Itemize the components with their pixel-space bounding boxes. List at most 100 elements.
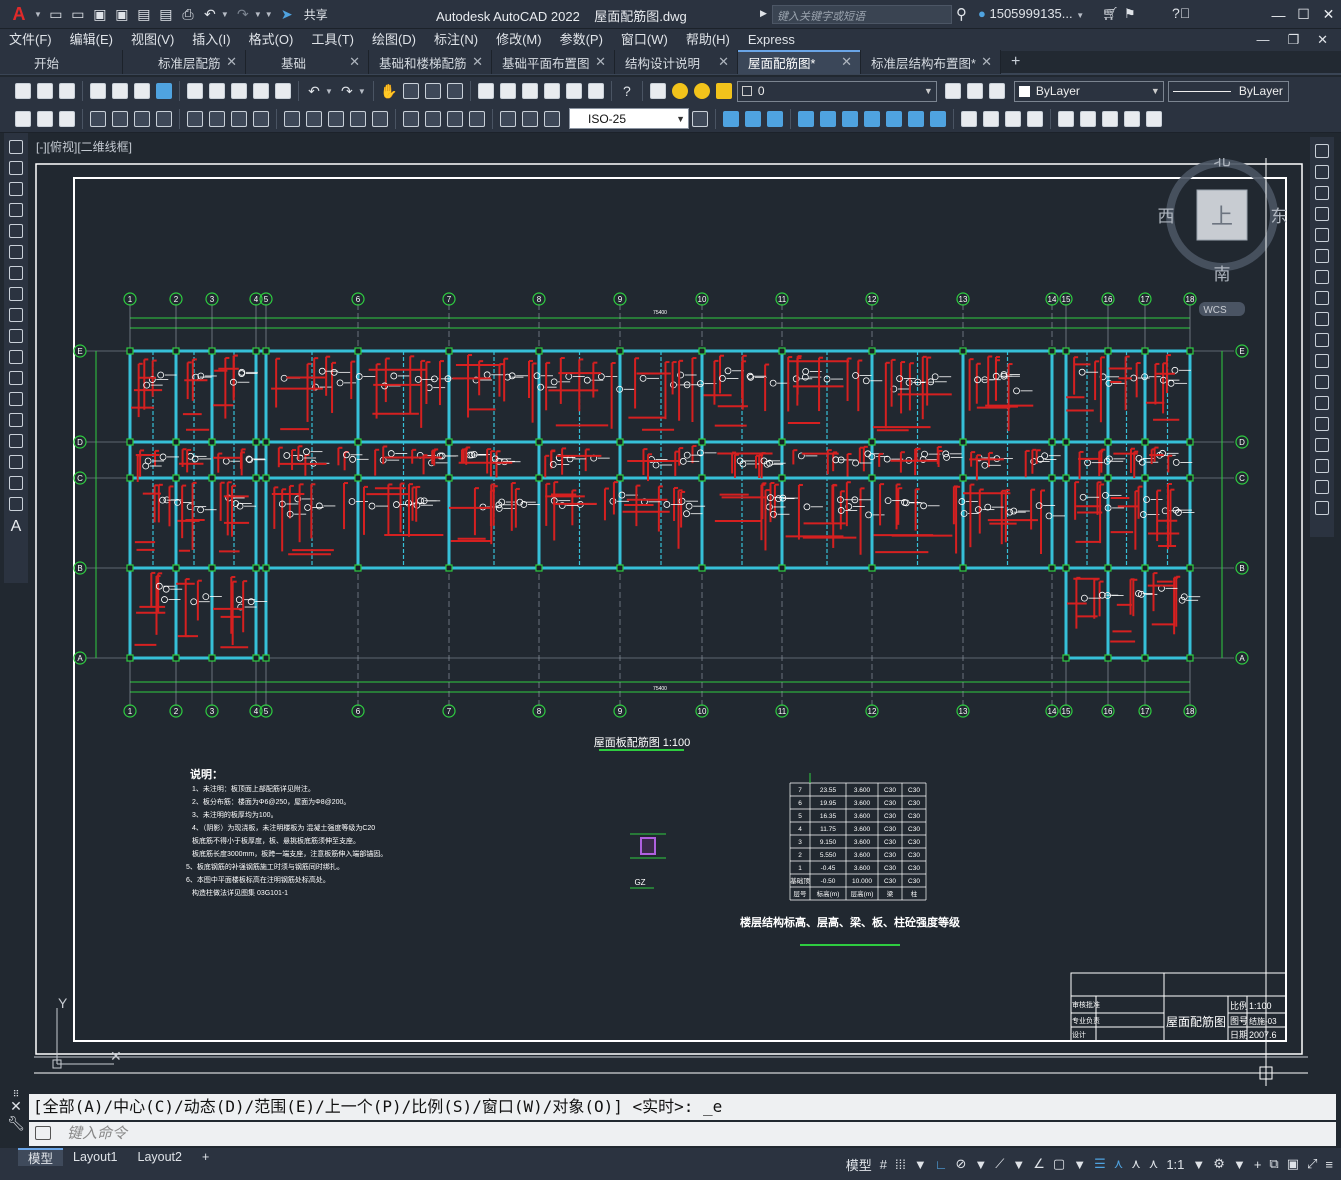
ellipse-arc-icon[interactable] <box>9 350 23 364</box>
tab-foundation-stairs[interactable]: 基础和楼梯配筋 ✕ <box>369 50 492 74</box>
close-icon[interactable]: ✕ <box>472 54 483 70</box>
trim-icon[interactable] <box>930 110 946 127</box>
layer-state-icon[interactable] <box>988 83 1005 99</box>
doc-restore-icon[interactable]: ❐ <box>1278 29 1308 51</box>
user-account[interactable]: ● 1505999135... ▼ <box>978 6 1087 21</box>
close-icon[interactable]: ✕ <box>718 54 729 70</box>
undo-icon[interactable]: ↶ <box>304 81 324 101</box>
copy-icon[interactable] <box>209 83 225 99</box>
explode-icon[interactable] <box>1315 501 1329 515</box>
quick-dim-icon[interactable] <box>284 110 300 127</box>
pan-icon[interactable]: ✋ <box>379 81 399 101</box>
hatch-icon[interactable] <box>9 434 23 448</box>
gradient-icon[interactable] <box>9 455 23 469</box>
extend-icon[interactable] <box>1315 354 1329 368</box>
search-icon[interactable]: ⚲ <box>956 5 967 23</box>
drawing-area[interactable]: 7540075400112233445566778899101011111212… <box>34 158 1308 1086</box>
dim-text-edit-icon[interactable] <box>522 110 538 127</box>
layer-dropdown[interactable]: 0 ▼ <box>736 80 937 102</box>
block-editor-icon[interactable] <box>275 83 291 99</box>
array-icon[interactable] <box>1315 228 1329 242</box>
modify-icon[interactable] <box>723 110 739 127</box>
app-menu-caret[interactable]: ▼ <box>34 10 42 19</box>
arc-length-icon[interactable] <box>134 110 150 127</box>
diameter-dim-icon[interactable] <box>231 110 247 127</box>
revision-cloud-icon[interactable] <box>9 287 23 301</box>
viewport-controls[interactable]: [-][俯视][二维线框] <box>36 138 132 155</box>
minimize-icon[interactable]: — <box>1266 7 1291 23</box>
stretch-icon[interactable] <box>1315 312 1329 326</box>
break-icon[interactable] <box>1315 396 1329 410</box>
customize-icon[interactable]: 🔧︎ <box>4 1115 28 1132</box>
dim-break-icon[interactable] <box>372 110 388 127</box>
offset-icon[interactable] <box>798 110 814 127</box>
radius-dim-icon[interactable] <box>187 110 203 127</box>
new-icon[interactable] <box>15 83 31 99</box>
zoom-window-icon[interactable] <box>424 83 441 99</box>
join-icon[interactable] <box>1005 110 1021 127</box>
dim-update-icon[interactable] <box>544 110 560 127</box>
blend-icon[interactable] <box>1315 480 1329 494</box>
menu-edit[interactable]: 编辑(E) <box>61 29 122 51</box>
menu-draw[interactable]: 绘图(D) <box>363 29 425 51</box>
group-icon[interactable] <box>1146 110 1162 127</box>
match-properties-icon[interactable] <box>253 83 269 99</box>
stretch-icon[interactable] <box>908 110 924 127</box>
new-tab-icon[interactable]: + <box>1011 53 1020 71</box>
text-icon[interactable]: A <box>4 518 28 536</box>
construction-line-icon[interactable] <box>9 161 23 175</box>
layer-on-icon[interactable] <box>671 83 688 99</box>
sheet-set-icon[interactable] <box>543 83 560 99</box>
center-mark-icon[interactable] <box>425 110 441 127</box>
erase-icon[interactable] <box>1315 144 1329 158</box>
share-icon[interactable]: ➤ <box>277 4 297 24</box>
linetype-dropdown[interactable]: ByLayer <box>1167 80 1289 102</box>
fillet-icon[interactable] <box>1058 110 1074 127</box>
scale-icon[interactable] <box>886 110 902 127</box>
region-icon[interactable] <box>9 476 23 490</box>
polygon-icon[interactable] <box>9 203 23 217</box>
dimstyle-dropdown[interactable]: ISO-25 ▼ <box>569 108 689 129</box>
open-icon[interactable]: ▭ <box>68 4 88 24</box>
app-connect-icon[interactable]: ⚑ <box>1124 6 1136 22</box>
blend-icon[interactable] <box>1102 110 1118 127</box>
tab-standard-floor-rebar[interactable]: 标准层配筋 ✕ <box>123 50 246 74</box>
close-icon[interactable]: ✕ <box>841 54 852 70</box>
doc-close-icon[interactable]: ✕ <box>1308 29 1337 51</box>
add-layout-icon[interactable]: + <box>192 1148 219 1166</box>
dim-edit-icon[interactable] <box>500 110 516 127</box>
move-icon[interactable] <box>1315 249 1329 263</box>
tab-foundation-layout[interactable]: 基础平面布置图 ✕ <box>492 50 615 74</box>
isodraft-icon[interactable]: ⟋ <box>995 1156 1004 1172</box>
spline-icon[interactable] <box>9 308 23 322</box>
tab-foundation[interactable]: 基础 ✕ <box>246 50 369 74</box>
quickcalc-icon[interactable] <box>587 83 604 99</box>
plus-icon[interactable]: + <box>1254 1157 1262 1172</box>
menu-insert[interactable]: 插入(I) <box>183 29 239 51</box>
cut-icon[interactable] <box>187 83 203 99</box>
jogged-dim-icon[interactable] <box>209 110 225 127</box>
redo-caret[interactable]: ▼ <box>254 10 262 19</box>
command-line-handle[interactable]: ⠿ ✕ 🔧︎ <box>4 1090 28 1150</box>
menu-tools[interactable]: 工具(T) <box>302 29 363 51</box>
customize-caret[interactable]: ▼ <box>265 10 273 19</box>
rotate-icon[interactable] <box>864 110 880 127</box>
close-icon[interactable]: ✕ <box>349 54 360 70</box>
annotation-scale[interactable]: 1:1 <box>1166 1157 1184 1172</box>
layer-thaw-icon[interactable] <box>693 83 710 99</box>
table-icon[interactable] <box>37 110 53 127</box>
cart-icon[interactable]: 🛒︎ <box>1102 6 1119 22</box>
tolerance-icon[interactable] <box>403 110 419 127</box>
open-icon[interactable] <box>37 83 53 99</box>
ortho-icon[interactable]: ∟ <box>935 1157 948 1172</box>
menu-express[interactable]: Express <box>739 29 804 51</box>
dim-style-icon[interactable] <box>692 110 708 127</box>
menu-dimension[interactable]: 标注(N) <box>425 29 487 51</box>
help-icon[interactable]: ?⃝ <box>1172 5 1190 21</box>
erase-icon[interactable] <box>1124 110 1140 127</box>
tab-model[interactable]: 模型 <box>18 1148 64 1166</box>
search-input[interactable]: 键入关键字或短语 <box>772 5 952 24</box>
close-icon[interactable]: ✕ <box>595 54 606 70</box>
inspection-icon[interactable] <box>447 110 463 127</box>
explode-icon[interactable] <box>1080 110 1096 127</box>
